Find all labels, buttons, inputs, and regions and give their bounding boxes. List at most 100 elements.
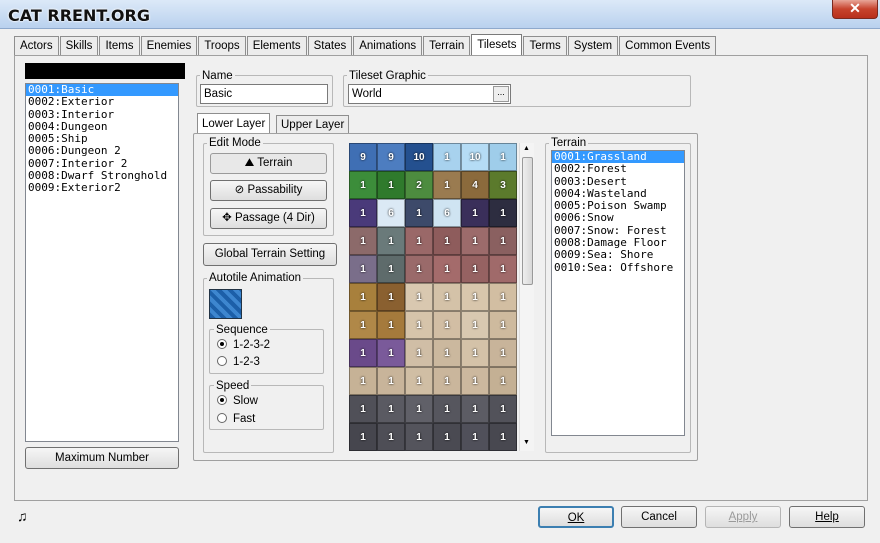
tile[interactable]: 1 — [405, 423, 433, 451]
tab-lower-layer[interactable]: Lower Layer — [197, 113, 271, 134]
global-terrain-button[interactable]: Global Terrain Setting — [203, 243, 337, 266]
tileset-scrollbar[interactable]: ▲ ▼ — [519, 143, 534, 451]
tile[interactable]: 1 — [461, 199, 489, 227]
graphic-field[interactable]: World ... — [348, 84, 511, 104]
tile[interactable]: 1 — [461, 339, 489, 367]
tile[interactable]: 1 — [489, 143, 517, 171]
tile[interactable]: 1 — [433, 283, 461, 311]
tile[interactable]: 1 — [461, 423, 489, 451]
tile[interactable]: 1 — [461, 367, 489, 395]
tileset-list[interactable]: 0001:Basic 0002:Exterior 0003:Interior 0004… — [25, 83, 179, 442]
tile[interactable]: 1 — [433, 143, 461, 171]
tab-enemies[interactable]: Enemies — [140, 36, 198, 55]
tile[interactable]: 1 — [489, 311, 517, 339]
tab-skills[interactable]: Skills — [59, 36, 99, 55]
tab-actors[interactable]: Actors — [14, 36, 59, 55]
browse-ellipsis-button[interactable]: ... — [493, 86, 509, 102]
tile[interactable]: 1 — [405, 339, 433, 367]
tile[interactable]: 1 — [461, 227, 489, 255]
tile[interactable]: 1 — [433, 171, 461, 199]
tile[interactable]: 3 — [489, 171, 517, 199]
maximum-number-button[interactable]: Maximum Number — [25, 447, 179, 469]
tile[interactable]: 1 — [405, 367, 433, 395]
tile[interactable]: 1 — [349, 423, 377, 451]
tab-terms[interactable]: Terms — [523, 36, 567, 55]
tile[interactable]: 1 — [405, 395, 433, 423]
tile[interactable]: 1 — [349, 171, 377, 199]
tile[interactable]: 1 — [377, 395, 405, 423]
tile[interactable]: 1 — [433, 395, 461, 423]
tile[interactable]: 10 — [461, 143, 489, 171]
tile[interactable]: 1 — [489, 227, 517, 255]
tab-system[interactable]: System — [567, 36, 619, 55]
tile[interactable]: 1 — [405, 255, 433, 283]
tile[interactable]: 1 — [377, 255, 405, 283]
tile[interactable]: 1 — [461, 395, 489, 423]
tile[interactable]: 1 — [433, 339, 461, 367]
tile[interactable]: 1 — [489, 255, 517, 283]
tile[interactable]: 1 — [489, 367, 517, 395]
tab-elements[interactable]: Elements — [246, 36, 307, 55]
tile[interactable]: 1 — [489, 423, 517, 451]
speed-fast-option[interactable]: Fast — [217, 413, 255, 425]
tile[interactable]: 1 — [433, 367, 461, 395]
tile[interactable]: 1 — [461, 311, 489, 339]
tab-animations[interactable]: Animations — [353, 36, 423, 55]
tile[interactable]: 2 — [405, 171, 433, 199]
passability-button[interactable]: ⊘ Passability — [210, 180, 327, 201]
cancel-button[interactable]: Cancel — [621, 506, 697, 528]
tile[interactable]: 1 — [405, 227, 433, 255]
tile[interactable]: 1 — [349, 283, 377, 311]
tile[interactable]: 1 — [349, 367, 377, 395]
tile[interactable]: 10 — [405, 143, 433, 171]
tile[interactable]: 1 — [405, 199, 433, 227]
name-field[interactable]: Basic — [200, 84, 328, 104]
tile[interactable]: 1 — [433, 423, 461, 451]
tile[interactable]: 9 — [349, 143, 377, 171]
list-item[interactable]: 0002:Exterior — [26, 95, 178, 108]
terrain-item[interactable]: 0006:Snow — [552, 212, 684, 225]
terrain-item[interactable]: 0010:Sea: Offshore — [552, 261, 684, 274]
tile[interactable]: 1 — [377, 283, 405, 311]
music-icon[interactable]: ♫ — [17, 508, 28, 524]
tile[interactable]: 1 — [461, 283, 489, 311]
apply-button[interactable]: Apply — [705, 506, 781, 528]
tile[interactable]: 1 — [377, 171, 405, 199]
tile[interactable]: 1 — [377, 311, 405, 339]
scroll-down-icon[interactable]: ▼ — [523, 439, 530, 446]
tile[interactable]: 1 — [349, 227, 377, 255]
tab-common-events[interactable]: Common Events — [619, 36, 717, 55]
tab-upper-layer[interactable]: Upper Layer — [276, 115, 350, 134]
tile[interactable]: 6 — [433, 199, 461, 227]
tile[interactable]: 1 — [349, 339, 377, 367]
tile[interactable]: 1 — [377, 227, 405, 255]
tile[interactable]: 1 — [349, 255, 377, 283]
close-button[interactable]: ✕ — [832, 0, 878, 19]
tab-tilesets[interactable]: Tilesets — [471, 34, 523, 55]
scroll-up-icon[interactable]: ▲ — [523, 145, 530, 152]
tile[interactable]: 9 — [377, 143, 405, 171]
scroll-thumb[interactable] — [522, 157, 533, 285]
list-item[interactable]: 0006:Dungeon 2 — [26, 145, 178, 158]
tile[interactable]: 1 — [461, 255, 489, 283]
passage-4dir-button[interactable]: ✥ Passage (4 Dir) — [210, 208, 327, 229]
tab-items[interactable]: Items — [99, 36, 140, 55]
ok-button[interactable]: OK — [538, 506, 614, 528]
tile[interactable]: 1 — [377, 339, 405, 367]
terrain-item[interactable]: 0002:Forest — [552, 162, 684, 175]
tile[interactable]: 1 — [489, 339, 517, 367]
speed-slow-option[interactable]: Slow — [217, 395, 258, 407]
tile[interactable]: 1 — [377, 367, 405, 395]
tab-states[interactable]: States — [307, 36, 353, 55]
tile[interactable]: 1 — [433, 311, 461, 339]
sequence-option-1[interactable]: 1-2-3-2 — [217, 339, 270, 351]
list-item[interactable]: 0009:Exterior2 — [26, 182, 178, 195]
tile[interactable]: 1 — [349, 199, 377, 227]
terrain-mode-button[interactable]: ⛰ Terrain — [210, 153, 327, 174]
tile[interactable]: 1 — [377, 423, 405, 451]
sequence-option-2[interactable]: 1-2-3 — [217, 356, 260, 368]
tile[interactable]: 1 — [405, 311, 433, 339]
tileset-grid[interactable]: 9 9 10 1 10 1 1 1 2 1 4 3 1 6 1 6 1 1 1 1 1 1 1 1 1 1 1 1 1 1 1 1 1 1 1 1 1 1… — [349, 143, 517, 451]
tile[interactable]: 4 — [461, 171, 489, 199]
tab-terrain[interactable]: Terrain — [423, 36, 471, 55]
